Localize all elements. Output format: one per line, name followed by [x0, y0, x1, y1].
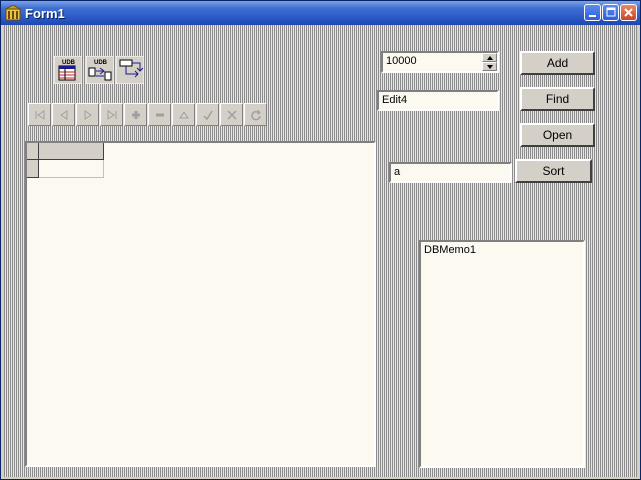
maximize-icon — [606, 7, 616, 17]
first-icon — [35, 109, 44, 120]
nav-last-button[interactable] — [100, 103, 123, 126]
udb-datasource-icon[interactable]: UDB — [86, 56, 114, 84]
next-icon — [84, 109, 92, 120]
spin-edit[interactable]: 10000 — [381, 51, 499, 73]
nav-prior-button[interactable] — [52, 103, 75, 126]
grid-cell[interactable] — [39, 160, 104, 178]
sort-field[interactable]: a — [389, 162, 512, 183]
edit4-field[interactable]: Edit4 — [377, 90, 499, 111]
minus-icon — [155, 113, 164, 116]
memo-text: DBMemo1 — [424, 244, 476, 256]
db-navigator — [28, 103, 272, 126]
nav-post-button[interactable] — [196, 103, 219, 126]
close-button[interactable] — [620, 4, 637, 21]
spin-value: 10000 — [386, 55, 417, 67]
udb-table-icon[interactable]: UDB — [54, 56, 82, 84]
cross-icon — [226, 109, 237, 120]
app-icon — [5, 5, 21, 21]
flow-icon[interactable] — [116, 56, 144, 84]
spin-up-button[interactable] — [482, 53, 497, 62]
nav-refresh-button[interactable] — [244, 103, 267, 126]
grid-corner — [27, 143, 39, 160]
udb-table-label: UDB — [62, 60, 76, 66]
minimize-icon — [589, 15, 596, 17]
find-button[interactable]: Find — [520, 87, 595, 111]
udb-datasource-label: UDB — [94, 60, 108, 66]
grid-row-indicator[interactable] — [27, 160, 39, 178]
window-title: Form1 — [25, 6, 65, 21]
title-bar[interactable]: Form1 — [1, 1, 640, 25]
close-icon — [624, 8, 633, 17]
nav-next-button[interactable] — [76, 103, 99, 126]
nav-edit-button[interactable] — [172, 103, 195, 126]
spin-down-button[interactable] — [482, 62, 497, 71]
nav-first-button[interactable] — [28, 103, 51, 126]
add-button[interactable]: Add — [520, 51, 595, 75]
last-icon — [107, 109, 116, 120]
sort-button[interactable]: Sort — [515, 159, 592, 183]
checkmark-icon — [202, 110, 213, 120]
minimize-button[interactable] — [584, 4, 601, 21]
edit4-text: Edit4 — [382, 94, 408, 106]
db-memo[interactable]: DBMemo1 — [419, 240, 585, 468]
sort-field-text: a — [394, 166, 401, 178]
main-window: Form1 UDB UDB 10000 Edit4 a Add Find Ope… — [0, 0, 641, 480]
nav-cancel-button[interactable] — [220, 103, 243, 126]
refresh-icon — [250, 109, 261, 120]
edit-triangle-icon — [178, 110, 189, 118]
plus-icon — [131, 110, 140, 119]
prior-icon — [59, 109, 67, 120]
spin-buttons — [482, 53, 497, 71]
nav-delete-button[interactable] — [148, 103, 171, 126]
open-button[interactable]: Open — [520, 123, 595, 147]
arrow-up-icon — [487, 56, 493, 60]
maximize-button[interactable] — [602, 4, 619, 21]
arrow-down-icon — [487, 65, 493, 69]
nav-insert-button[interactable] — [124, 103, 147, 126]
form-client-area: UDB UDB 10000 Edit4 a Add Find Open Sort… — [4, 25, 637, 477]
grid-column-header[interactable] — [39, 143, 104, 160]
db-grid[interactable] — [25, 141, 376, 467]
